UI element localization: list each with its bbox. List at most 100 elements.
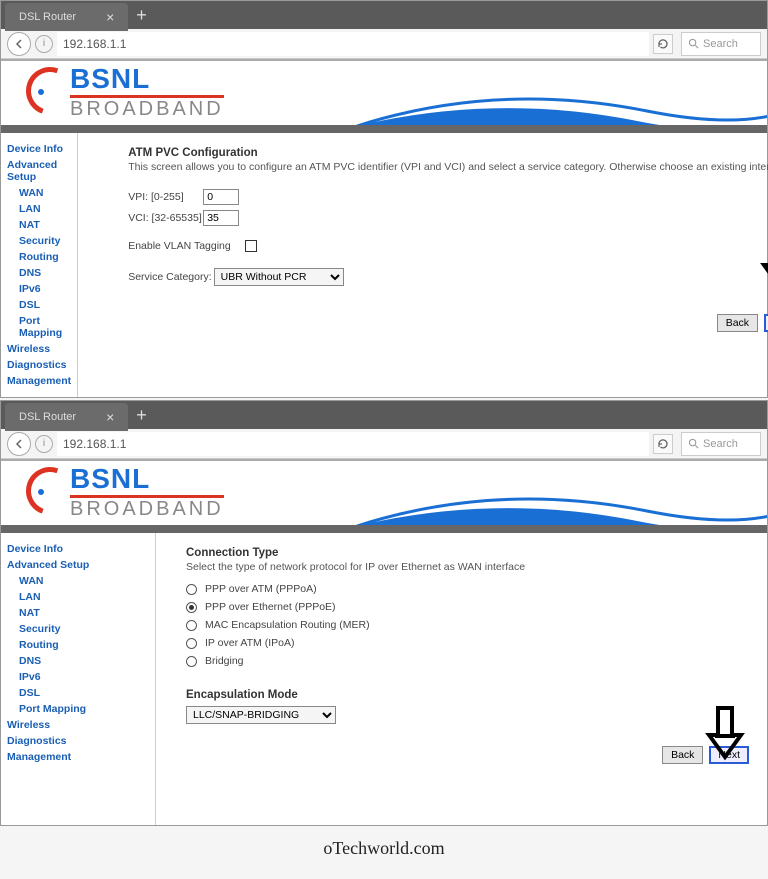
nav-diagnostics[interactable]: Diagnostics (7, 357, 71, 373)
radio-pppoe[interactable] (186, 602, 197, 613)
nav-security[interactable]: Security (19, 233, 71, 249)
section-title: ATM PVC Configuration (128, 147, 768, 159)
browser-tab[interactable]: DSL Router × (5, 3, 128, 31)
url-input[interactable] (57, 32, 649, 56)
info-icon[interactable]: i (35, 435, 53, 453)
radio-bridging-label: Bridging (205, 655, 244, 667)
search-box[interactable]: Search (681, 32, 761, 56)
radio-ipoa[interactable] (186, 638, 197, 649)
nav-nat[interactable]: NAT (19, 217, 71, 233)
info-icon[interactable]: i (35, 35, 53, 53)
nav-ipv6[interactable]: IPv6 (19, 669, 149, 685)
brand-name: BSNL (70, 465, 224, 498)
brand-tagline: BROADBAND (70, 98, 224, 120)
nav-wireless[interactable]: Wireless (7, 717, 149, 733)
encap-label: Encapsulation Mode (186, 689, 749, 701)
logo-swoosh-icon (26, 65, 68, 107)
nav-lan[interactable]: LAN (19, 589, 149, 605)
nav-port-mapping[interactable]: Port Mapping (19, 701, 149, 717)
nav-sidebar: Device Info Advanced Setup WAN LAN NAT S… (1, 533, 156, 825)
nav-advanced-setup[interactable]: Advanced Setup (7, 157, 71, 185)
nav-diagnostics[interactable]: Diagnostics (7, 733, 149, 749)
vlan-label: Enable VLAN Tagging (128, 240, 231, 252)
search-icon (688, 38, 699, 49)
back-button[interactable]: Back (717, 314, 758, 332)
nav-device-info[interactable]: Device Info (7, 141, 71, 157)
nav-routing[interactable]: Routing (19, 637, 149, 653)
section-desc: This screen allows you to configure an A… (128, 161, 768, 173)
header-banner: BSNL BROADBAND (1, 59, 767, 125)
search-box[interactable]: Search (681, 432, 761, 456)
nav-dns[interactable]: DNS (19, 653, 149, 669)
tab-bar: DSL Router × + (1, 1, 767, 29)
new-tab-button[interactable]: + (136, 5, 147, 26)
brand-tagline: BROADBAND (70, 498, 224, 520)
nav-dns[interactable]: DNS (19, 265, 71, 281)
nav-management[interactable]: Management (7, 749, 149, 765)
nav-ipv6[interactable]: IPv6 (19, 281, 71, 297)
logo: BSNL BROADBAND (26, 465, 224, 520)
nav-wireless[interactable]: Wireless (7, 341, 71, 357)
browser-window-2: DSL Router × + i Search BSNL BROADBAND (0, 400, 768, 826)
nav-nat[interactable]: NAT (19, 605, 149, 621)
radio-bridging[interactable] (186, 656, 197, 667)
main-content: Connection Type Select the type of netwo… (156, 533, 767, 825)
service-category-select[interactable]: UBR Without PCR (214, 268, 344, 286)
radio-pppoe-label: PPP over Ethernet (PPPoE) (205, 601, 336, 613)
next-button[interactable]: Next (764, 314, 768, 332)
search-icon (688, 438, 699, 449)
nav-device-info[interactable]: Device Info (7, 541, 149, 557)
vci-label: VCI: [32-65535] (128, 212, 203, 224)
header-banner: BSNL BROADBAND (1, 459, 767, 525)
radio-mer-label: MAC Encapsulation Routing (MER) (205, 619, 370, 631)
svc-cat-label: Service Category: (128, 271, 211, 283)
radio-pppoa-label: PPP over ATM (PPPoA) (205, 583, 317, 595)
content-panel: Device Info Advanced Setup WAN LAN NAT S… (1, 525, 767, 825)
url-bar: i Search (1, 29, 767, 59)
nav-advanced-setup[interactable]: Advanced Setup (7, 557, 149, 573)
main-content: ATM PVC Configuration This screen allows… (78, 133, 768, 397)
browser-tab[interactable]: DSL Router × (5, 403, 128, 431)
nav-routing[interactable]: Routing (19, 249, 71, 265)
arrow-down-annotation (758, 233, 768, 293)
vlan-checkbox[interactable] (245, 240, 257, 252)
nav-dsl[interactable]: DSL (19, 685, 149, 701)
arrow-down-annotation (703, 703, 747, 763)
nav-sidebar: Device Info Advanced Setup WAN LAN NAT S… (1, 133, 78, 397)
nav-lan[interactable]: LAN (19, 201, 71, 217)
new-tab-button[interactable]: + (136, 405, 147, 426)
tab-bar: DSL Router × + (1, 401, 767, 429)
nav-wan[interactable]: WAN (19, 573, 149, 589)
nav-port-mapping[interactable]: Port Mapping (19, 313, 71, 341)
search-placeholder: Search (703, 438, 738, 450)
banner-swoosh-graphic (337, 71, 767, 125)
refresh-button[interactable] (653, 34, 673, 54)
banner-swoosh-graphic (337, 471, 767, 525)
nav-management[interactable]: Management (7, 373, 71, 389)
close-icon[interactable]: × (106, 409, 114, 425)
radio-mer[interactable] (186, 620, 197, 631)
url-input[interactable] (57, 432, 649, 456)
nav-security[interactable]: Security (19, 621, 149, 637)
url-bar: i Search (1, 429, 767, 459)
logo: BSNL BROADBAND (26, 65, 224, 120)
radio-ipoa-label: IP over ATM (IPoA) (205, 637, 294, 649)
nav-wan[interactable]: WAN (19, 185, 71, 201)
nav-dsl[interactable]: DSL (19, 297, 71, 313)
browser-window-1: DSL Router × + i Search BSNL BROADBAND (0, 0, 768, 398)
tab-title: DSL Router (19, 11, 76, 23)
section-desc: Select the type of network protocol for … (186, 561, 749, 573)
logo-swoosh-icon (26, 465, 68, 507)
radio-pppoa[interactable] (186, 584, 197, 595)
vci-input[interactable] (203, 210, 239, 226)
search-placeholder: Search (703, 38, 738, 50)
back-nav-button[interactable] (7, 32, 31, 56)
back-nav-button[interactable] (7, 432, 31, 456)
vpi-input[interactable] (203, 189, 239, 205)
tab-title: DSL Router (19, 411, 76, 423)
section-title: Connection Type (186, 547, 749, 559)
close-icon[interactable]: × (106, 9, 114, 25)
back-button[interactable]: Back (662, 746, 703, 764)
encapsulation-select[interactable]: LLC/SNAP-BRIDGING (186, 706, 336, 724)
refresh-button[interactable] (653, 434, 673, 454)
